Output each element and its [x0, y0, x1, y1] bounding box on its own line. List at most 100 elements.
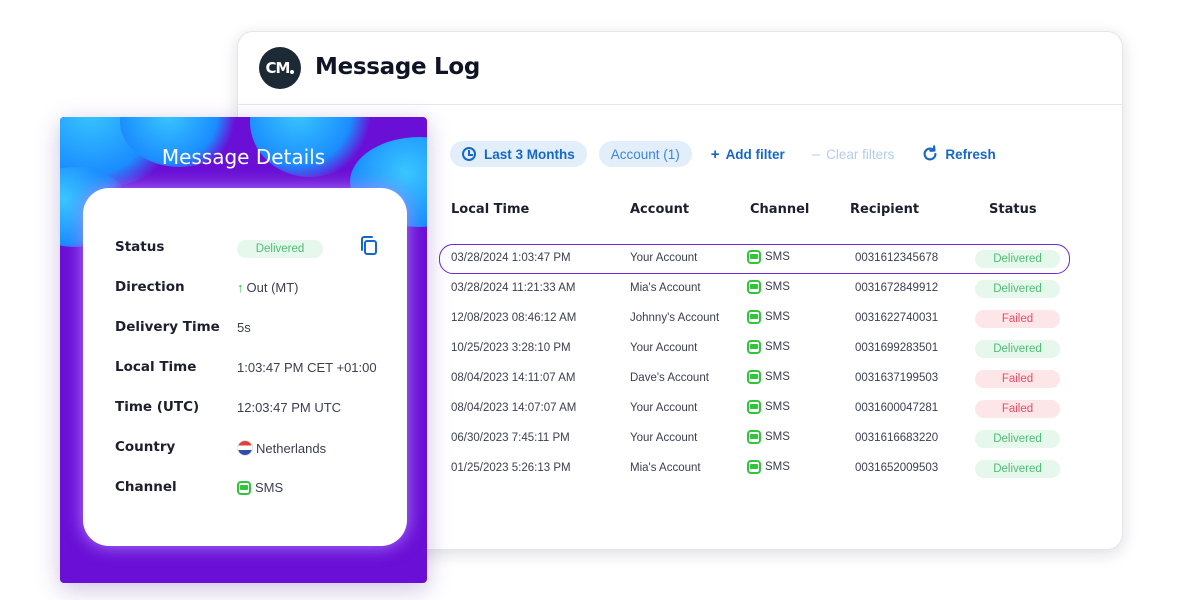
page-title: Message Log [315, 54, 481, 80]
column-header-status[interactable]: Status [989, 202, 1037, 217]
cell-recipient: 0031652009503 [855, 462, 939, 474]
cell-recipient: 0031616683220 [855, 432, 939, 444]
sms-icon [747, 460, 761, 474]
details-body: Status Delivered Direction ↑ Out (MT) Deliver… [83, 188, 407, 546]
cell-account: Your Account [630, 432, 698, 444]
detail-row-status: Status Delivered [115, 239, 395, 259]
cell-account: Your Account [630, 252, 698, 264]
arrow-up-icon: ↑ [237, 280, 244, 295]
details-title: Message Details [161, 145, 326, 169]
table-row[interactable]: 01/25/2023 5:26:13 PM Mia's Account SMS 003… [439, 454, 1069, 484]
message-details-card: Message Details Status Delivered Direction… [60, 117, 427, 583]
cell-channel: SMS [747, 280, 790, 294]
channel-label: SMS [765, 311, 790, 323]
status-badge: Delivered [975, 280, 1060, 298]
sms-icon [747, 250, 761, 264]
detail-value: SMS [237, 480, 283, 495]
detail-row-time-utc: Time (UTC) 12:03:47 PM UTC [115, 399, 395, 419]
delivery-time-value: 5s [237, 320, 251, 335]
cell-local-time: 12/08/2023 08:46:12 AM [451, 312, 577, 324]
detail-label: Direction [115, 279, 185, 295]
cell-channel: SMS [747, 250, 790, 264]
direction-value: Out (MT) [246, 280, 299, 295]
detail-label: Delivery Time [115, 319, 220, 335]
table-row[interactable]: 12/08/2023 08:46:12 AM Johnny's Account SM… [439, 304, 1069, 334]
channel-label: SMS [765, 341, 790, 353]
sms-icon [747, 340, 761, 354]
channel-value: SMS [255, 480, 284, 495]
status-badge: Delivered [975, 250, 1060, 268]
status-badge: Failed [975, 310, 1060, 328]
sms-icon [747, 430, 761, 444]
status-badge: Delivered [975, 430, 1060, 448]
sms-icon [747, 370, 761, 384]
table-header: Local Time Account Channel Recipient Sta… [451, 202, 1091, 222]
table-row[interactable]: 08/04/2023 14:07:07 AM Your Account SMS 003… [439, 394, 1069, 424]
cell-channel: SMS [747, 370, 790, 384]
cell-status: Delivered [975, 340, 1060, 358]
column-header-account[interactable]: Account [630, 202, 689, 217]
refresh-button[interactable]: Refresh [921, 145, 996, 163]
cell-status: Delivered [975, 430, 1060, 448]
sms-icon [747, 310, 761, 324]
date-range-filter[interactable]: Last 3 Months [450, 141, 587, 167]
plus-icon: + [710, 145, 720, 163]
cell-account: Dave's Account [630, 372, 709, 384]
status-badge: Delivered [975, 460, 1060, 478]
clear-filters-button[interactable]: – Clear filters [812, 146, 895, 163]
add-filter-button[interactable]: + Add filter [711, 146, 785, 163]
detail-row-local-time: Local Time 1:03:47 PM CET +01:00 [115, 359, 395, 379]
column-header-local-time[interactable]: Local Time [451, 202, 529, 217]
column-header-channel[interactable]: Channel [750, 202, 809, 217]
minus-icon: – [811, 145, 821, 163]
log-header: CM Message Log [238, 32, 1122, 105]
table-row-selected[interactable]: 03/28/2024 1:03:47 PM Your Account SMS 0031… [439, 244, 1070, 274]
cell-account: Mia's Account [630, 282, 701, 294]
cell-channel: SMS [747, 430, 790, 444]
local-time-value: 1:03:47 PM CET +01:00 [237, 360, 377, 375]
table-row[interactable]: 06/30/2023 7:45:11 PM Your Account SMS 0031… [439, 424, 1069, 454]
cell-channel: SMS [747, 310, 790, 324]
cell-status: Delivered [975, 280, 1060, 298]
channel-label: SMS [765, 431, 790, 443]
cell-channel: SMS [747, 460, 790, 474]
cell-local-time: 03/28/2024 1:03:47 PM [451, 252, 571, 264]
channel-label: SMS [765, 371, 790, 383]
detail-value: 12:03:47 PM UTC [237, 400, 341, 415]
cell-local-time: 06/30/2023 7:45:11 PM [451, 432, 570, 444]
time-utc-value: 12:03:47 PM UTC [237, 400, 342, 415]
detail-value: Delivered [237, 240, 323, 258]
country-value: Netherlands [256, 440, 327, 456]
cell-account: Mia's Account [630, 462, 701, 474]
logo-text: CM [265, 59, 291, 77]
account-filter[interactable]: Account (1) [598, 141, 692, 167]
cell-account: Your Account [630, 342, 698, 354]
detail-label: Time (UTC) [115, 399, 200, 415]
table-row[interactable]: 03/28/2024 11:21:33 AM Mia's Account SMS 00… [439, 274, 1069, 304]
status-badge: Delivered [237, 240, 323, 258]
detail-label: Status [115, 239, 165, 255]
date-range-label: Last 3 Months [484, 146, 575, 162]
detail-label: Local Time [115, 359, 197, 375]
cell-status: Delivered [975, 460, 1060, 478]
refresh-icon [923, 145, 937, 161]
detail-row-delivery-time: Delivery Time 5s [115, 319, 395, 339]
cell-status: Delivered [975, 250, 1060, 268]
column-header-recipient[interactable]: Recipient [850, 202, 919, 217]
refresh-label: Refresh [945, 146, 996, 162]
table-row[interactable]: 08/04/2023 14:11:07 AM Dave's Account SMS 0… [439, 364, 1069, 394]
cell-account: Your Account [630, 402, 698, 414]
cell-local-time: 08/04/2023 14:07:07 AM [451, 402, 577, 414]
cell-recipient: 0031672849912 [855, 282, 939, 294]
cell-status: Failed [975, 310, 1060, 328]
sms-icon [747, 400, 761, 414]
cell-local-time: 03/28/2024 11:21:33 AM [451, 282, 576, 294]
table-row[interactable]: 10/25/2023 3:28:10 PM Your Account SMS 0031… [439, 334, 1069, 364]
channel-label: SMS [765, 251, 790, 263]
status-badge: Delivered [975, 340, 1060, 358]
sms-icon [747, 280, 761, 294]
cell-account: Johnny's Account [630, 312, 720, 324]
channel-label: SMS [765, 281, 790, 293]
clock-icon [462, 147, 476, 161]
detail-value: ↑ Out (MT) [237, 280, 299, 295]
